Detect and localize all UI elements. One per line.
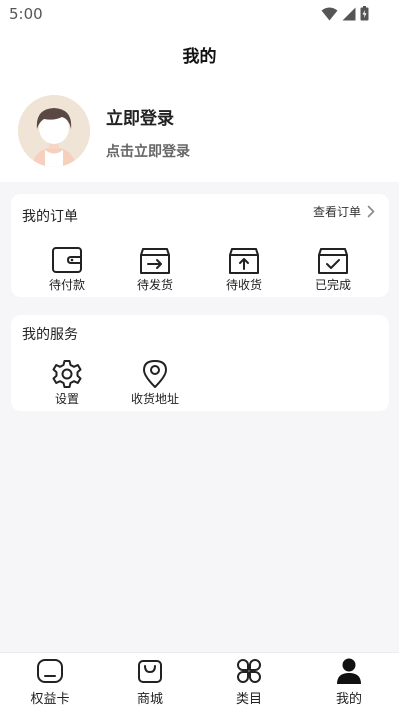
tab-category[interactable]: 类目 (209, 657, 289, 707)
orders-card: 我的订单 查看订单 待付款 待发货 待收货 已完成 (11, 194, 389, 297)
tab-mine[interactable]: 我的 (309, 657, 389, 707)
services-card: 我的服务 设置 收货地址 (11, 315, 389, 411)
view-orders-link[interactable]: 查看订单 (313, 203, 375, 220)
gear-icon (52, 360, 82, 388)
tab-label: 商城 (136, 692, 163, 707)
category-icon (237, 659, 261, 683)
box-check-icon (318, 248, 348, 274)
wallet-icon (52, 247, 82, 273)
location-pin-icon (143, 360, 167, 388)
services-title: 我的服务 (22, 327, 78, 343)
status-bar: 5:00 (0, 0, 399, 28)
tab-label: 我的 (335, 692, 362, 707)
service-address[interactable]: 收货地址 (125, 359, 185, 407)
tab-mall[interactable]: 商城 (110, 657, 190, 707)
box-arrow-right-icon (140, 248, 170, 274)
battery-icon (360, 6, 369, 21)
signal-icon (342, 7, 356, 20)
service-item-label: 设置 (54, 392, 79, 406)
login-title[interactable]: 立即登录 (106, 104, 174, 129)
order-pending-shipment[interactable]: 待发货 (125, 245, 185, 293)
status-time: 5:00 (9, 5, 43, 23)
order-item-label: 待发货 (136, 278, 173, 292)
order-item-label: 已完成 (314, 278, 351, 292)
view-orders-label: 查看订单 (312, 205, 361, 219)
order-item-label: 待付款 (48, 278, 85, 292)
tab-label: 权益卡 (30, 692, 70, 707)
tab-label: 类目 (235, 692, 262, 707)
service-settings[interactable]: 设置 (37, 359, 97, 407)
order-completed[interactable]: 已完成 (303, 245, 363, 293)
box-arrow-up-icon (229, 248, 259, 274)
order-pending-payment[interactable]: 待付款 (37, 245, 97, 293)
login-subtitle[interactable]: 点击立即登录 (106, 141, 190, 161)
avatar[interactable] (18, 95, 90, 167)
shopping-bag-icon (138, 660, 162, 683)
default-avatar-icon (18, 95, 90, 167)
bottom-nav: 权益卡 商城 类目 我的 (0, 652, 399, 709)
chevron-right-icon (367, 205, 375, 218)
card-icon (37, 659, 63, 683)
wifi-icon (321, 7, 338, 20)
status-icons (321, 6, 369, 21)
order-pending-receipt[interactable]: 待收货 (214, 245, 274, 293)
person-icon (337, 658, 361, 684)
service-item-label: 收货地址 (130, 392, 179, 406)
order-item-label: 待收货 (225, 278, 262, 292)
orders-title: 我的订单 (22, 209, 78, 225)
page-title: 我的 (182, 47, 217, 67)
tab-card[interactable]: 权益卡 (10, 657, 90, 707)
